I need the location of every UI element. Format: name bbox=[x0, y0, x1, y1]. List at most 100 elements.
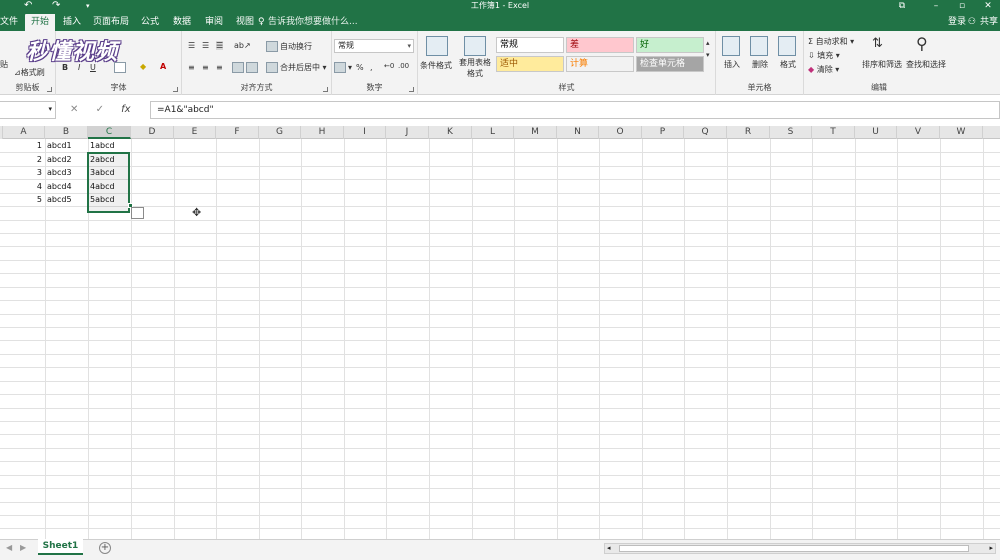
column-header-m[interactable]: M bbox=[514, 126, 557, 139]
sheet-tab-sheet1[interactable]: Sheet1 bbox=[38, 539, 83, 555]
fill-color-icon[interactable]: ◆ bbox=[140, 62, 146, 71]
fill-button[interactable]: ⇩ 填充 ▾ bbox=[808, 50, 840, 61]
column-header-u[interactable]: U bbox=[855, 126, 897, 139]
find-select-button[interactable]: 查找和选择 bbox=[906, 59, 946, 70]
column-header-j[interactable]: J bbox=[386, 126, 429, 139]
column-header-a[interactable]: A bbox=[3, 126, 45, 139]
launcher-icon[interactable] bbox=[409, 87, 414, 92]
name-box[interactable]: ▾ bbox=[0, 101, 56, 119]
align-center-icon[interactable]: ≡ bbox=[202, 63, 209, 72]
tab-formulas[interactable]: 公式 bbox=[136, 14, 164, 31]
insert-cells-icon[interactable] bbox=[722, 36, 740, 56]
column-header-w[interactable]: W bbox=[940, 126, 983, 139]
quick-analysis-icon[interactable] bbox=[131, 207, 144, 219]
column-header-n[interactable]: N bbox=[557, 126, 599, 139]
format-cells-button[interactable]: 格式 bbox=[780, 59, 796, 70]
table-format-button[interactable]: 套用表格格式 bbox=[458, 57, 492, 79]
signin-link[interactable]: 登录 bbox=[948, 14, 966, 31]
style-normal[interactable]: 常规 bbox=[496, 37, 564, 53]
column-header-h[interactable]: H bbox=[301, 126, 344, 139]
insert-cells-button[interactable]: 插入 bbox=[724, 59, 740, 70]
tab-file[interactable]: 文件 bbox=[0, 14, 18, 31]
column-header-p[interactable]: P bbox=[642, 126, 684, 139]
styles-scroll-icon[interactable]: ▴ ▾ bbox=[706, 37, 710, 61]
tab-home[interactable]: 开始 bbox=[25, 14, 55, 31]
cell-b4[interactable]: abcd4 bbox=[45, 180, 88, 193]
orientation-icon[interactable]: ab↗ bbox=[234, 41, 251, 50]
style-calculation[interactable]: 计算 bbox=[566, 56, 634, 72]
cell-a1[interactable]: 1 bbox=[3, 139, 45, 152]
column-header-o[interactable]: O bbox=[599, 126, 642, 139]
launcher-icon[interactable] bbox=[47, 87, 52, 92]
cell-b3[interactable]: abcd3 bbox=[45, 166, 88, 179]
cell-b2[interactable]: abcd2 bbox=[45, 153, 88, 166]
scroll-left-icon[interactable]: ◀ bbox=[6, 543, 12, 552]
align-middle-icon[interactable]: ☰ bbox=[202, 41, 209, 50]
wrap-text-button[interactable]: 自动换行 bbox=[266, 41, 312, 52]
cell-b1[interactable]: abcd1 bbox=[45, 139, 88, 152]
format-cells-icon[interactable] bbox=[778, 36, 796, 56]
cell-a4[interactable]: 4 bbox=[3, 180, 45, 193]
autosum-button[interactable]: Σ 自动求和 ▾ bbox=[808, 36, 854, 47]
increase-decimal-icon[interactable]: ←0 bbox=[384, 62, 394, 70]
align-left-icon[interactable]: ≡ bbox=[188, 63, 195, 72]
scroll-left-arrow-icon[interactable]: ◂ bbox=[607, 544, 611, 553]
merge-center-button[interactable]: 合并后居中 ▾ bbox=[266, 62, 327, 73]
tab-view[interactable]: 视图 bbox=[231, 14, 259, 31]
style-bad[interactable]: 差 bbox=[566, 37, 634, 53]
scroll-right-arrow-icon[interactable]: ▸ bbox=[989, 544, 993, 553]
worksheet-grid[interactable]: 1 abcd1 1abcd 2 abcd2 2abcd 3 abcd3 3abc… bbox=[0, 139, 1000, 539]
number-format-select[interactable]: 常规 ▾ bbox=[334, 39, 414, 53]
scroll-right-icon[interactable]: ▶ bbox=[20, 543, 26, 552]
tab-insert[interactable]: 插入 bbox=[58, 14, 86, 31]
column-header-c[interactable]: C bbox=[88, 126, 131, 139]
column-header-l[interactable]: L bbox=[472, 126, 514, 139]
conditional-format-button[interactable]: 条件格式 bbox=[420, 60, 452, 71]
style-check-cell[interactable]: 检查单元格 bbox=[636, 56, 704, 72]
style-good[interactable]: 好 bbox=[636, 37, 704, 53]
cell-c1[interactable]: 1abcd bbox=[88, 139, 131, 152]
scrollbar-thumb[interactable] bbox=[619, 545, 969, 552]
cancel-icon[interactable]: ✕ bbox=[70, 104, 78, 115]
insert-function-icon[interactable]: fx bbox=[121, 104, 130, 115]
tab-review[interactable]: 审阅 bbox=[200, 14, 228, 31]
close-icon[interactable]: ✕ bbox=[978, 0, 998, 12]
tell-me-box[interactable]: 告诉我你想要做什么... bbox=[268, 14, 358, 31]
delete-cells-button[interactable]: 删除 bbox=[752, 59, 768, 70]
accounting-icon[interactable]: ▾ bbox=[334, 62, 352, 73]
add-sheet-icon[interactable]: + bbox=[99, 542, 111, 554]
column-header-d[interactable]: D bbox=[131, 126, 174, 139]
minimize-icon[interactable]: – bbox=[926, 0, 946, 12]
ribbon-display-icon[interactable]: ⧉ bbox=[892, 0, 912, 12]
launcher-icon[interactable] bbox=[323, 87, 328, 92]
column-header-b[interactable]: B bbox=[45, 126, 88, 139]
decrease-indent-icon[interactable] bbox=[232, 62, 246, 73]
formula-input[interactable]: =A1&"abcd" bbox=[150, 101, 1000, 119]
format-painter-button[interactable]: ⊿格式刷 bbox=[14, 67, 45, 78]
column-header-v[interactable]: V bbox=[897, 126, 940, 139]
column-header-t[interactable]: T bbox=[812, 126, 855, 139]
align-right-icon[interactable]: ≡ bbox=[216, 63, 223, 72]
align-bottom-icon[interactable]: ☰ bbox=[216, 41, 224, 50]
sort-filter-button[interactable]: 排序和筛选 bbox=[862, 59, 902, 70]
font-color-icon[interactable]: A bbox=[160, 62, 166, 71]
column-header-i[interactable]: I bbox=[344, 126, 386, 139]
table-format-icon[interactable] bbox=[464, 36, 486, 56]
column-header-s[interactable]: S bbox=[770, 126, 812, 139]
enter-icon[interactable]: ✓ bbox=[96, 104, 104, 115]
column-header-f[interactable]: F bbox=[216, 126, 259, 139]
delete-cells-icon[interactable] bbox=[750, 36, 768, 56]
cell-a3[interactable]: 3 bbox=[3, 166, 45, 179]
tab-data[interactable]: 数据 bbox=[168, 14, 196, 31]
increase-indent-icon[interactable] bbox=[246, 62, 260, 73]
conditional-format-icon[interactable] bbox=[426, 36, 448, 56]
column-header-e[interactable]: E bbox=[174, 126, 216, 139]
launcher-icon[interactable] bbox=[173, 87, 178, 92]
horizontal-scrollbar[interactable]: ◂ ▸ bbox=[604, 543, 996, 554]
sort-filter-icon[interactable]: ⇅ bbox=[872, 36, 883, 51]
align-top-icon[interactable]: ☰ bbox=[188, 41, 195, 50]
column-header-k[interactable]: K bbox=[429, 126, 472, 139]
percent-button[interactable]: % bbox=[356, 63, 364, 72]
magnifier-icon[interactable]: ⚲ bbox=[916, 34, 928, 53]
style-neutral[interactable]: 适中 bbox=[496, 56, 564, 72]
